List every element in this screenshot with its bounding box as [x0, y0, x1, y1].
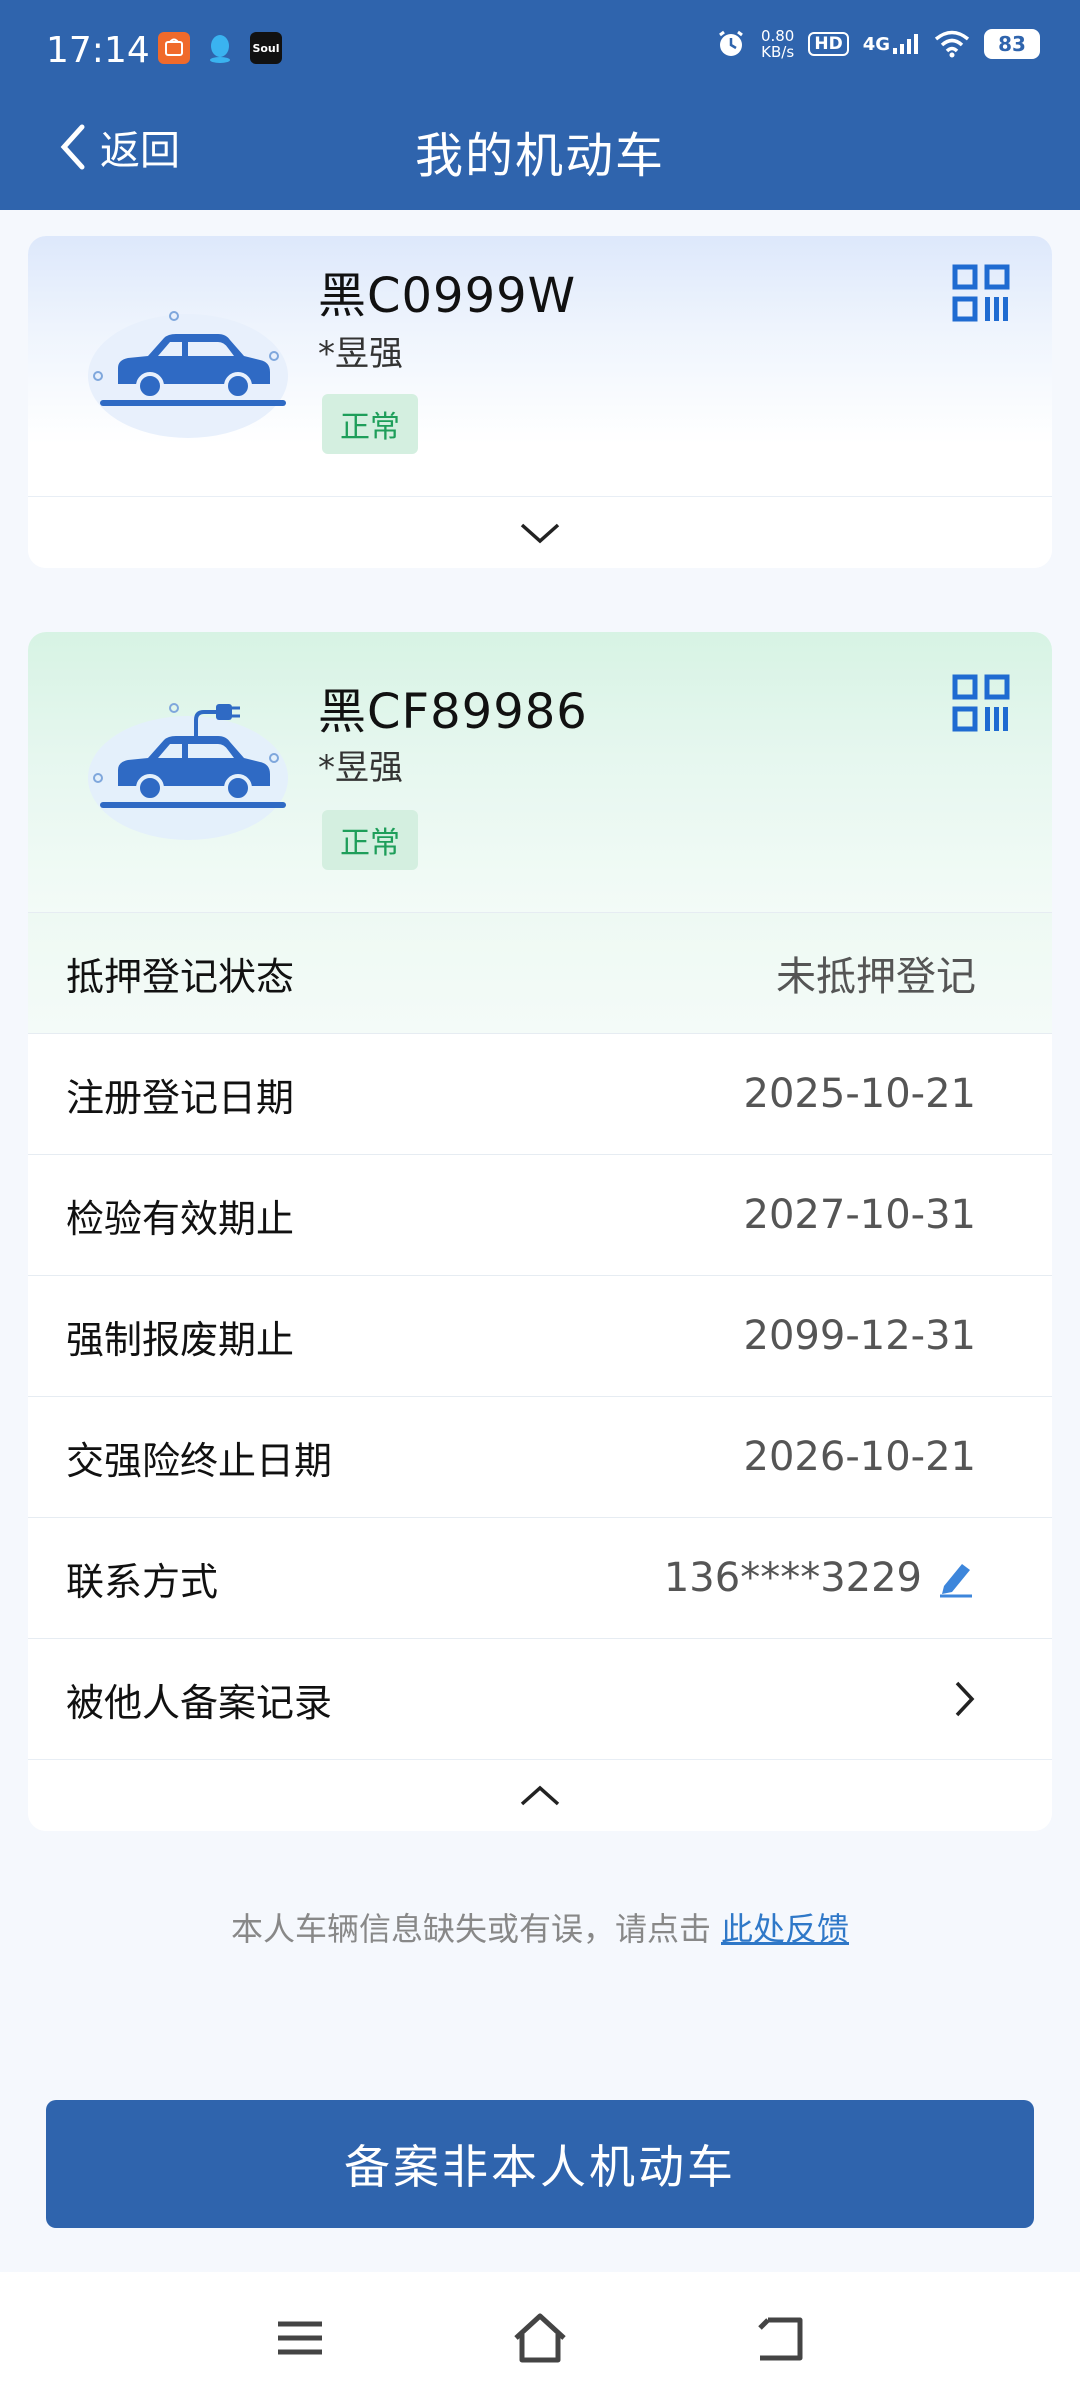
feedback-note: 本人车辆信息缺失或有误，请点击 此处反馈	[0, 1904, 1080, 1950]
collapse-toggle[interactable]	[28, 1759, 1052, 1831]
chevron-right-icon	[955, 1681, 975, 1717]
net-speed-unit: KB/s	[761, 43, 795, 61]
electric-car-icon	[88, 703, 288, 840]
menu-icon[interactable]	[270, 2308, 330, 2368]
page-title: 我的机动车	[414, 128, 665, 184]
status-app-icons: Soul	[158, 32, 282, 64]
net-speed-value: 0.80	[760, 27, 795, 45]
vehicle-card[interactable]: 黑CF89986 *昱强 正常 抵押登记状态 未抵押登记 注册登记日期 2025…	[28, 632, 1052, 1831]
owner-name: *昱强	[318, 334, 403, 374]
status-badge: 正常	[322, 394, 418, 454]
detail-row-filing-records[interactable]: 被他人备案记录	[28, 1638, 1052, 1759]
detail-value: 未抵押登记	[776, 954, 976, 1000]
signal-icon	[893, 34, 918, 54]
hd-badge: HD	[808, 32, 849, 56]
file-other-vehicle-button[interactable]: 备案非本人机动车	[46, 2100, 1034, 2228]
detail-value: 2027-10-31	[743, 1192, 976, 1238]
detail-label: 抵押登记状态	[66, 954, 295, 999]
detail-label: 检验有效期止	[66, 1196, 295, 1241]
qq-icon	[204, 32, 236, 64]
wifi-icon	[934, 30, 970, 58]
detail-row-insurance-end-date: 交强险终止日期 2026-10-21	[28, 1396, 1052, 1517]
detail-value: 2026-10-21	[743, 1434, 976, 1480]
alarm-icon	[719, 30, 743, 56]
vehicle-card-summary[interactable]: 黑CF89986 *昱强 正常	[28, 632, 1052, 912]
header: 返回 我的机动车	[0, 100, 1080, 210]
edit-icon[interactable]	[936, 1558, 976, 1598]
battery-indicator: 83	[984, 29, 1040, 59]
detail-row-scrap-date: 强制报废期止 2099-12-31	[28, 1275, 1052, 1396]
shop-app-icon	[158, 32, 190, 64]
detail-row-mortgage-status: 抵押登记状态 未抵押登记	[28, 912, 1052, 1033]
detail-label: 注册登记日期	[66, 1075, 295, 1120]
status-badge: 正常	[322, 810, 418, 870]
qr-code-icon[interactable]	[952, 264, 1010, 322]
car-icon	[88, 311, 288, 438]
detail-row-contact[interactable]: 联系方式 136****3229	[28, 1517, 1052, 1638]
chevron-down-icon	[520, 523, 560, 543]
soul-app-icon: Soul	[250, 32, 282, 64]
detail-label: 交强险终止日期	[66, 1438, 333, 1483]
expand-toggle[interactable]	[28, 496, 1052, 568]
detail-row-registration-date: 注册登记日期 2025-10-21	[28, 1033, 1052, 1154]
back-nav-icon[interactable]	[750, 2308, 810, 2368]
home-icon[interactable]	[510, 2308, 570, 2368]
status-time: 17:14	[46, 30, 150, 71]
network-label: 4G	[862, 34, 890, 55]
status-bar: 17:14 Soul 0.80 KB/s HD 4G 83	[0, 0, 1080, 100]
net-speed: 0.80 KB/s	[761, 28, 794, 60]
chevron-up-icon	[520, 1785, 560, 1805]
phone-number: 136****3229	[663, 1555, 922, 1601]
top-bar: 17:14 Soul 0.80 KB/s HD 4G 83 返回 我的机动车	[0, 0, 1080, 210]
detail-label: 被他人备案记录	[66, 1680, 333, 1725]
detail-row-inspection-valid-until: 检验有效期止 2027-10-31	[28, 1154, 1052, 1275]
plate-number: 黑C0999W	[318, 268, 577, 324]
detail-label: 联系方式	[66, 1559, 219, 1604]
status-indicators: 0.80 KB/s HD 4G 83	[715, 28, 1040, 60]
feedback-text: 本人车辆信息缺失或有误，请点击	[230, 1910, 711, 1948]
vehicle-card-summary[interactable]: 黑C0999W *昱强 正常	[28, 236, 1052, 496]
feedback-link[interactable]: 此处反馈	[721, 1910, 849, 1948]
qr-code-icon[interactable]	[952, 674, 1010, 732]
owner-name: *昱强	[318, 748, 403, 788]
detail-value: 2025-10-21	[743, 1071, 976, 1117]
vehicle-card[interactable]: 黑C0999W *昱强 正常	[28, 236, 1052, 568]
detail-value: 2099-12-31	[743, 1313, 976, 1359]
plate-number: 黑CF89986	[318, 684, 588, 740]
detail-label: 强制报废期止	[66, 1317, 295, 1362]
system-nav-bar	[0, 2272, 1080, 2400]
network-type: 4G	[863, 33, 920, 55]
detail-value-contact: 136****3229	[664, 1555, 976, 1601]
